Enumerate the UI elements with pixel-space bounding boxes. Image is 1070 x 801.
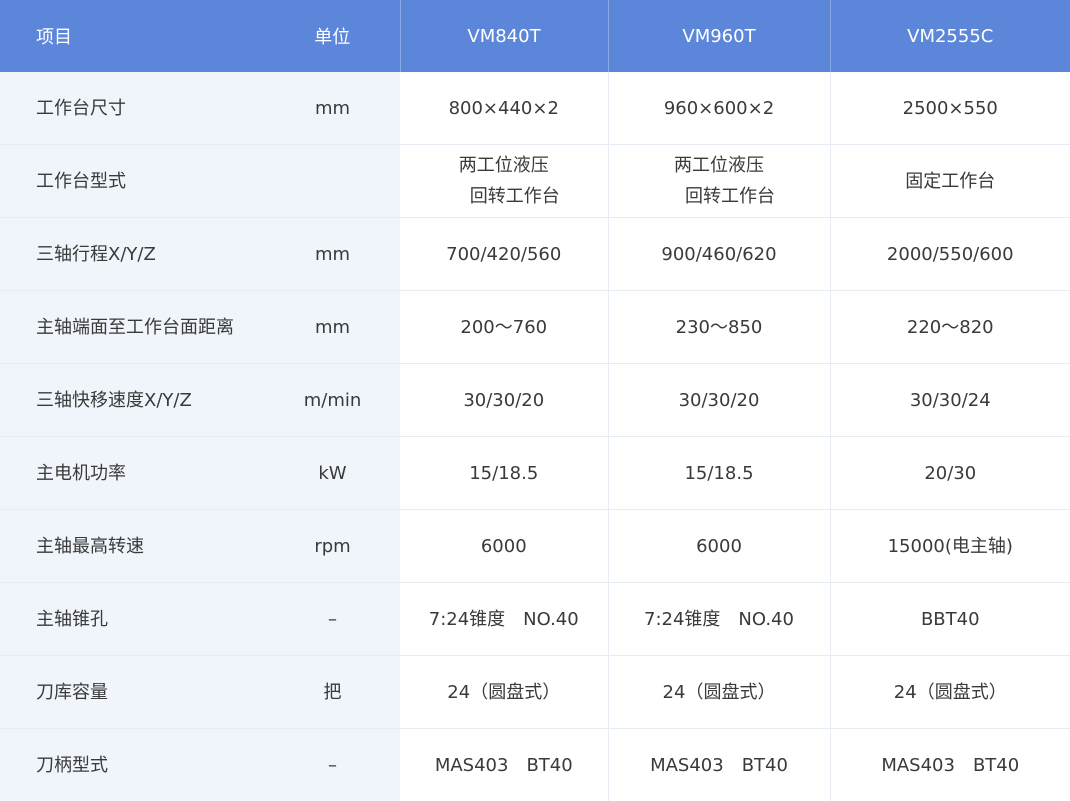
spec-value: 15/18.5 [607,436,830,510]
table-row: 三轴行程X/Y/Z mm 700/420/560 900/460/620 2000/55… [0,217,1070,291]
spec-value: 220～820 [829,290,1070,364]
spec-unit: m/min [265,363,400,437]
spec-value: 700/420/560 [400,217,608,291]
spec-value: 6000 [400,509,608,583]
spec-name: 三轴行程X/Y/Z [0,217,265,291]
table-row: 主电机功率 kW 15/18.5 15/18.5 20/30 [0,436,1070,510]
spec-unit: 把 [265,655,400,729]
spec-name: 工作台尺寸 [0,72,265,145]
header-row: 项目 单位 VM840T VM960T VM2555C [0,0,1070,72]
spec-value: 20/30 [829,436,1070,510]
header-unit: 单位 [265,0,400,72]
table-row: 刀柄型式 – MAS403 BT40 MAS403 BT40 MAS403 BT40 [0,728,1070,801]
spec-value: 30/30/20 [607,363,830,437]
spec-name: 刀柄型式 [0,728,265,801]
spec-value: 24（圆盘式） [400,655,608,729]
spec-value: BBT40 [829,582,1070,656]
spec-value: 7:24锥度 NO.40 [607,582,830,656]
spec-value: 24（圆盘式） [829,655,1070,729]
spec-name: 主电机功率 [0,436,265,510]
spec-unit: mm [265,72,400,145]
spec-name: 工作台型式 [0,144,265,218]
spec-value: 30/30/24 [829,363,1070,437]
spec-value: 30/30/20 [400,363,608,437]
table-header: 项目 单位 VM840T VM960T VM2555C [0,0,1070,72]
header-model-vm960t: VM960T [607,0,830,72]
spec-value: 15/18.5 [400,436,608,510]
spec-name: 主轴最高转速 [0,509,265,583]
header-model-vm840t: VM840T [399,0,608,72]
spec-unit [265,144,400,218]
spec-value: 6000 [607,509,830,583]
header-item: 项目 [0,0,265,72]
table-row: 工作台型式 两工位液压 回转工作台 两工位液压 回转工作台 固定工作台 [0,144,1070,218]
spec-name: 主轴端面至工作台面距离 [0,290,265,364]
spec-name: 主轴锥孔 [0,582,265,656]
header-model-vm2555c: VM2555C [829,0,1070,72]
spec-value: MAS403 BT40 [400,728,608,801]
spec-value: 固定工作台 [829,144,1070,218]
spec-table: 项目 单位 VM840T VM960T VM2555C 工作台尺寸 mm 800×4… [0,0,1070,801]
spec-value-line: 回转工作台 [685,186,775,207]
spec-value-line: 两工位液压 [458,155,549,176]
spec-value: 15000(电主轴) [829,509,1070,583]
spec-value: 两工位液压回转工作台 [400,144,608,218]
table-body: 工作台尺寸 mm 800×440×2 960×600×2 2500×550 工作台型式 两工… [0,72,1070,801]
spec-unit: – [265,582,400,656]
table-row: 刀库容量把 24（圆盘式） 24（圆盘式） 24（圆盘式） [0,655,1070,729]
spec-value: 800×440×2 [400,72,608,145]
table-row: 主轴锥孔 –7:24锥度 NO.40 7:24锥度 NO.40 BBT40 [0,582,1070,656]
spec-value: 7:24锥度 NO.40 [400,582,608,656]
spec-value: 960×600×2 [607,72,830,145]
spec-name: 三轴快移速度X/Y/Z [0,363,265,437]
table-row: 工作台尺寸 mm 800×440×2 960×600×2 2500×550 [0,72,1070,145]
spec-value-line: 回转工作台 [469,186,560,207]
spec-value: 230～850 [607,290,830,364]
spec-value: 900/460/620 [607,217,830,291]
spec-value: 2500×550 [829,72,1070,145]
spec-unit: rpm [265,509,400,583]
spec-unit: kW [265,436,400,510]
spec-value: MAS403 BT40 [607,728,830,801]
spec-unit: – [265,728,400,801]
spec-value: 24（圆盘式） [607,655,830,729]
spec-value: 200～760 [400,290,608,364]
table-row: 三轴快移速度X/Y/Z m/min 30/30/20 30/30/20 30/30/24 [0,363,1070,437]
spec-value: 两工位液压回转工作台 [607,144,830,218]
spec-value-line: 两工位液压 [674,155,764,176]
spec-value: MAS403 BT40 [829,728,1070,801]
table-row: 主轴最高转速 rpm 6000 6000 15000(电主轴) [0,509,1070,583]
spec-value: 2000/550/600 [829,217,1070,291]
table-row: 主轴端面至工作台面距离 mm 200～760 230～850 220～820 [0,290,1070,364]
spec-unit: mm [265,290,400,364]
spec-unit: mm [265,217,400,291]
spec-name: 刀库容量 [0,655,265,729]
